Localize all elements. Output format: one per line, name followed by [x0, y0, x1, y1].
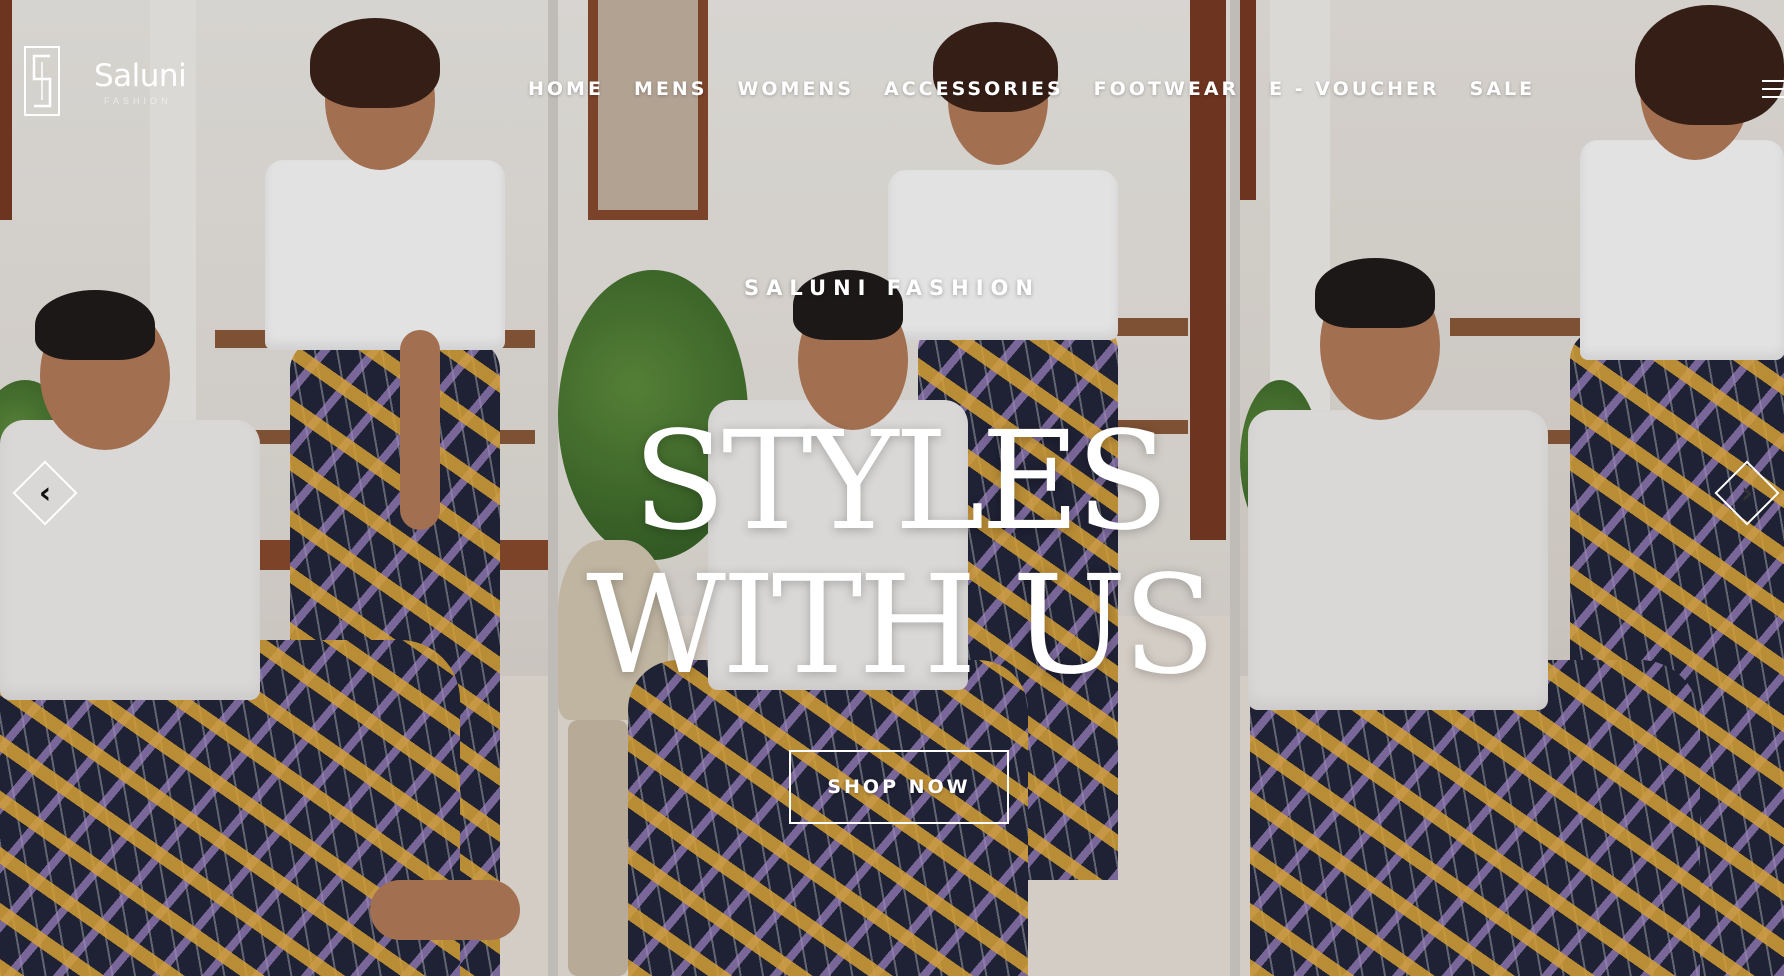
- hero-headline-line-2: WITH US: [586, 547, 1216, 705]
- brand-tagline: FASHION: [104, 96, 172, 106]
- main-nav: HOME MENS WOMENS ACCESSORIES FOOTWEAR E …: [528, 78, 1565, 100]
- hero-slider: Saluni FASHION HOME MENS WOMENS ACCESSOR…: [0, 0, 1784, 976]
- hero-headline-line-1: STYLES: [632, 403, 1169, 561]
- nav-footwear[interactable]: FOOTWEAR: [1094, 78, 1240, 100]
- saluni-monogram-icon: [24, 46, 60, 116]
- nav-womens[interactable]: WOMENS: [737, 78, 854, 100]
- shop-now-button[interactable]: SHOP NOW: [789, 750, 1009, 824]
- nav-sale[interactable]: SALE: [1470, 78, 1535, 100]
- hamburger-icon[interactable]: [1762, 80, 1784, 100]
- hero-headline: STYLES WITH US: [0, 410, 1784, 698]
- nav-mens[interactable]: MENS: [634, 78, 707, 100]
- brand-name: Saluni: [94, 58, 187, 94]
- hero-eyebrow: SALUNI FASHION: [744, 276, 1040, 300]
- nav-e-voucher[interactable]: E - VOUCHER: [1269, 78, 1440, 100]
- brand-logo[interactable]: Saluni FASHION: [24, 46, 187, 126]
- nav-home[interactable]: HOME: [528, 78, 604, 100]
- nav-accessories[interactable]: ACCESSORIES: [884, 78, 1064, 100]
